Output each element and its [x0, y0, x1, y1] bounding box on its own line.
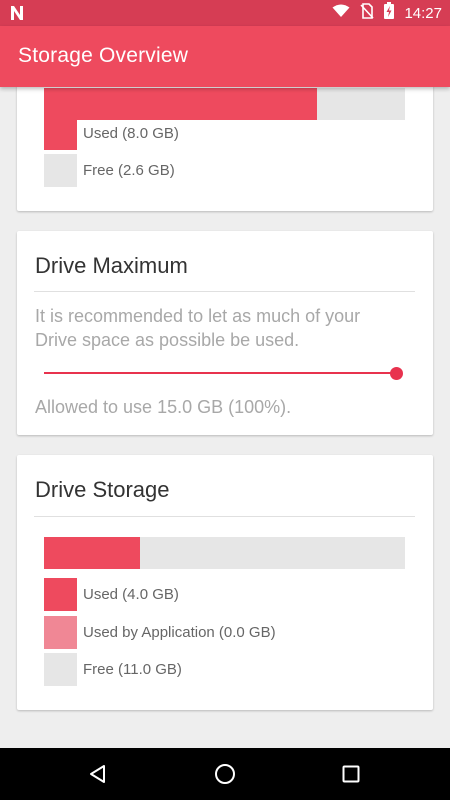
page-title: Storage Overview	[18, 44, 189, 67]
drive-storage-bar	[44, 537, 405, 569]
status-time: 14:27	[404, 4, 442, 22]
legend-label-used: Used (8.0 GB)	[83, 125, 179, 142]
device-storage-used-fill	[44, 88, 317, 120]
device-storage-card: Used (8.0 GB) Free (2.6 GB)	[17, 87, 433, 211]
legend-label-used: Used (4.0 GB)	[83, 586, 179, 603]
storage-content[interactable]: Used (8.0 GB) Free (2.6 GB) Drive Maximu…	[0, 87, 450, 748]
no-sim-icon	[360, 2, 375, 24]
home-icon[interactable]	[211, 760, 239, 788]
free-swatch	[44, 154, 77, 187]
device-storage-bar	[44, 88, 405, 120]
legend-item-free: Free (2.6 GB)	[44, 154, 175, 187]
allowed-usage-text: Allowed to use 15.0 GB (100%).	[35, 397, 292, 417]
legend-label-free: Free (2.6 GB)	[83, 162, 175, 179]
app-bar: Storage Overview	[0, 26, 450, 87]
n-logo-icon	[9, 4, 25, 27]
drive-storage-card: Drive Storage Used (4.0 GB) Used by Appl…	[17, 455, 433, 710]
legend-label-app-used: Used by Application (0.0 GB)	[83, 624, 276, 641]
drive-maximum-slider[interactable]	[44, 372, 396, 374]
legend-item-free: Free (11.0 GB)	[44, 653, 182, 686]
drive-maximum-description: It is recommended to let as much of your…	[35, 306, 361, 350]
legend-label-free: Free (11.0 GB)	[83, 661, 182, 678]
used-swatch	[44, 578, 77, 611]
navigation-bar	[0, 748, 450, 800]
wifi-icon	[332, 4, 350, 23]
app-used-swatch	[44, 616, 77, 649]
legend-item-used: Used (4.0 GB)	[44, 578, 179, 611]
slider-thumb[interactable]	[390, 367, 403, 380]
battery-icon	[384, 2, 395, 24]
legend-item-app-used: Used by Application (0.0 GB)	[44, 616, 276, 649]
legend-item-used: Used (8.0 GB)	[44, 117, 179, 150]
used-swatch	[44, 117, 77, 150]
drive-storage-used-fill	[44, 537, 140, 569]
divider	[34, 291, 415, 292]
free-swatch	[44, 653, 77, 686]
back-icon[interactable]	[84, 760, 112, 788]
status-bar: 14:27	[0, 0, 450, 26]
drive-maximum-title: Drive Maximum	[35, 253, 188, 278]
divider	[34, 516, 415, 517]
recents-icon[interactable]	[337, 760, 365, 788]
drive-maximum-card: Drive Maximum It is recommended to let a…	[17, 231, 433, 435]
drive-storage-title: Drive Storage	[35, 477, 170, 502]
